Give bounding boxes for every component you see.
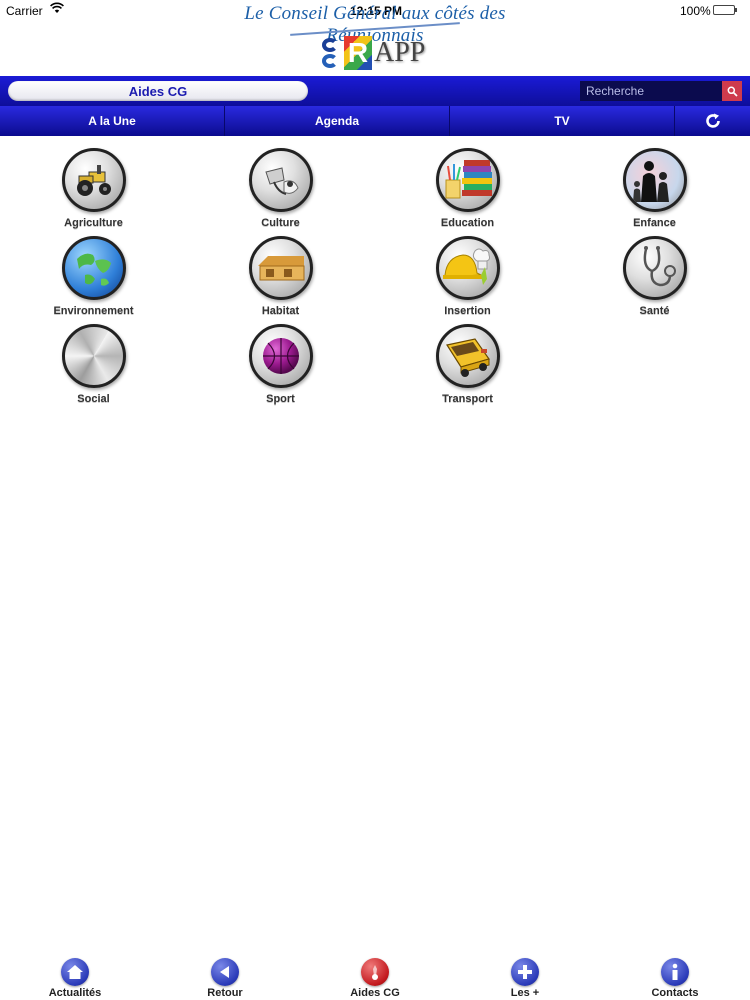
stethoscope-icon: [622, 236, 687, 300]
search-input[interactable]: [586, 84, 716, 98]
refresh-icon: [705, 113, 720, 128]
search-button[interactable]: [722, 81, 742, 101]
books-icon: [435, 148, 500, 212]
app-header: Le Conseil Général aux côtés des Réunion…: [0, 0, 750, 76]
category-label: Transport: [442, 393, 493, 405]
globe-icon: [61, 236, 126, 300]
category-label: Education: [440, 217, 495, 229]
category-label: Enfance: [633, 217, 676, 229]
category-insertion[interactable]: Insertion: [374, 236, 561, 324]
category-label: Insertion: [444, 305, 491, 317]
category-label: Social: [77, 393, 110, 405]
culture-icon: [248, 148, 313, 212]
aides-icon: [361, 958, 389, 986]
category-label: Santé: [639, 305, 670, 317]
category-agriculture[interactable]: Agriculture: [0, 148, 187, 236]
refresh-button[interactable]: [675, 106, 750, 136]
nav-band: Aides CG A la Une Agenda TV: [0, 76, 750, 136]
ball-icon: [248, 324, 313, 388]
category-habitat[interactable]: Habitat: [187, 236, 374, 324]
search-icon: [727, 86, 738, 97]
plus-icon: [511, 958, 539, 986]
tab-bar: A la Une Agenda TV: [0, 106, 750, 136]
category-education[interactable]: Education: [374, 148, 561, 236]
toolbar-aides-cg[interactable]: Aides CG: [330, 958, 420, 1000]
section-title: Aides CG: [8, 81, 308, 101]
toolbar-label: Aides CG: [350, 987, 400, 999]
category-environnement[interactable]: Environnement: [0, 236, 187, 324]
tab-agenda[interactable]: Agenda: [225, 106, 450, 136]
search-box[interactable]: [580, 81, 722, 101]
subnav-bar: Aides CG: [0, 76, 750, 106]
back-arrow-icon: [211, 958, 239, 986]
category-label: Sport: [266, 393, 295, 405]
category-label: Environnement: [53, 305, 134, 317]
tractor-icon: [61, 148, 126, 212]
social-icon: [61, 324, 126, 388]
toolbar-label: Retour: [207, 987, 243, 999]
logo-app-text: APP: [374, 37, 426, 68]
house-icon: [248, 236, 313, 300]
toolbar-label: Actualités: [48, 987, 102, 999]
home-icon: [61, 958, 89, 986]
category-transport[interactable]: Transport: [374, 324, 561, 412]
app-screen: Carrier 12:15 PM 100% Le Conseil Général…: [0, 0, 750, 1000]
category-sante[interactable]: Santé: [561, 236, 748, 324]
toolbar-les-plus[interactable]: Les +: [480, 958, 570, 1000]
category-grid: Agriculture Culture Education Enfance En…: [0, 148, 750, 412]
category-social[interactable]: Social: [0, 324, 187, 412]
bus-icon: [435, 324, 500, 388]
category-label: Culture: [261, 217, 300, 229]
tab-tv[interactable]: TV: [450, 106, 675, 136]
category-sport[interactable]: Sport: [187, 324, 374, 412]
tab-a-la-une[interactable]: A la Une: [0, 106, 225, 136]
toolbar-retour[interactable]: Retour: [180, 958, 270, 1000]
category-label: Agriculture: [64, 217, 123, 229]
toolbar-label: Les +: [510, 987, 540, 999]
logo-cg-icon: [322, 35, 344, 71]
category-enfance[interactable]: Enfance: [561, 148, 748, 236]
logo-r-mark: R: [344, 36, 372, 70]
toolbar-label: Contacts: [651, 987, 699, 999]
info-icon: [661, 958, 689, 986]
toolbar-contacts[interactable]: Contacts: [630, 958, 720, 1000]
family-icon: [622, 148, 687, 212]
bottom-toolbar: Actualités Retour Aides CG Les + Contact…: [0, 958, 750, 1000]
toolbar-actualites[interactable]: Actualités: [30, 958, 120, 1000]
hardhat-icon: [435, 236, 500, 300]
app-logo: R APP: [322, 33, 432, 73]
category-label: Habitat: [261, 305, 300, 317]
category-culture[interactable]: Culture: [187, 148, 374, 236]
